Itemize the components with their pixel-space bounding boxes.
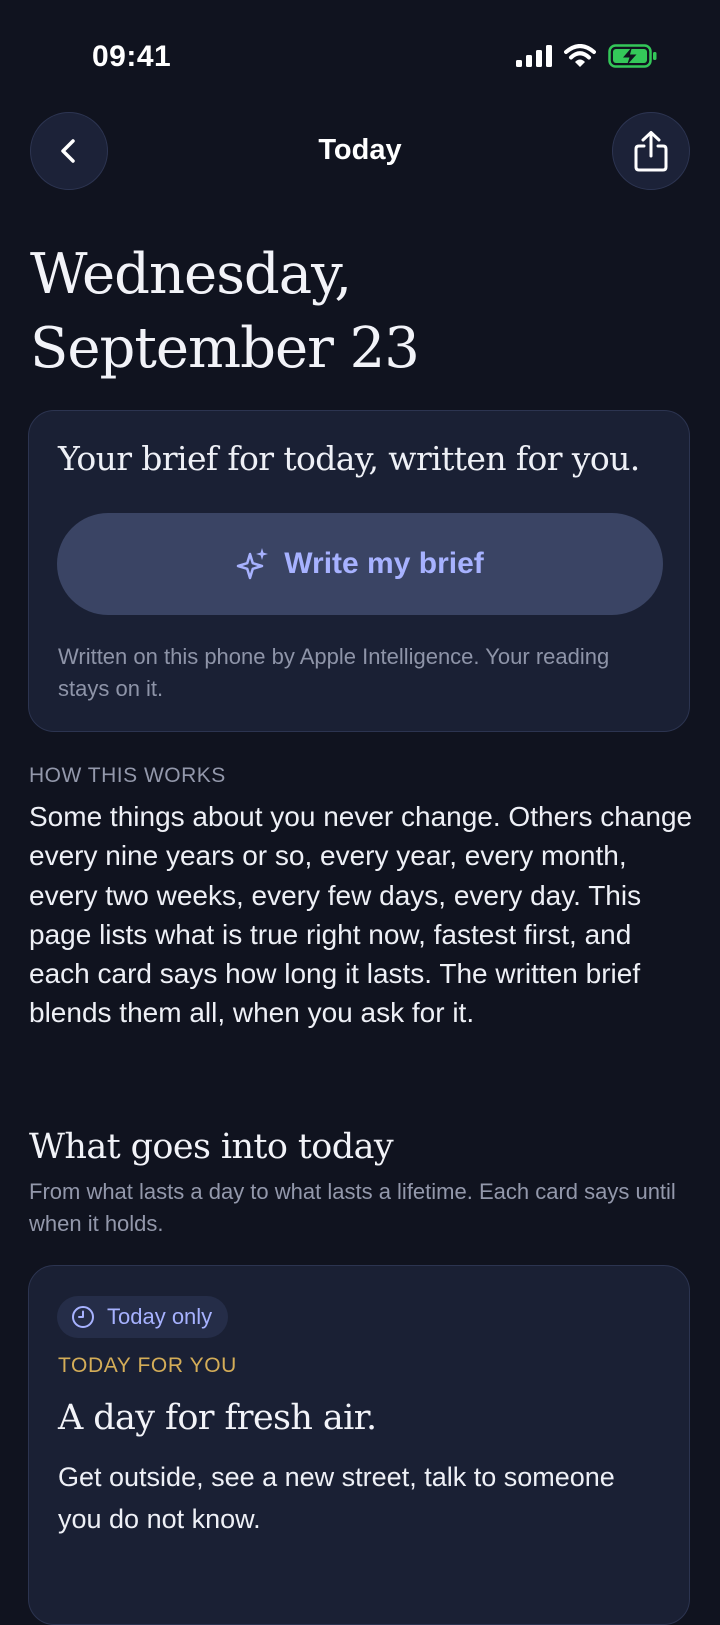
section-title: What goes into today: [29, 1127, 394, 1167]
brief-privacy-note: Written on this phone by Apple Intellige…: [58, 644, 610, 701]
signal-icon: [516, 45, 552, 67]
date-weekday: Wednesday,: [30, 242, 352, 307]
card-eyebrow: TODAY FOR YOU: [58, 1354, 237, 1377]
duration-badge: Today only: [57, 1296, 229, 1338]
page-title: Wednesday, September 23: [30, 238, 670, 386]
write-brief-button[interactable]: Write my brief: [57, 513, 663, 615]
share-button[interactable]: [612, 112, 690, 190]
how-body: Some things about you never change. Othe…: [29, 801, 693, 1029]
share-icon: [634, 131, 668, 172]
status-bar: 09:41: [0, 0, 720, 110]
today-card[interactable]: Today only TODAY FOR YOU A day for fresh…: [28, 1265, 690, 1625]
section-subtitle: From what lasts a day to what lasts a li…: [29, 1179, 676, 1236]
clock-icon: [72, 1306, 94, 1328]
how-eyebrow: HOW THIS WORKS: [29, 764, 226, 787]
write-brief-label: Write my brief: [284, 547, 484, 580]
card-body: Get outside, see a new street, talk to s…: [58, 1462, 615, 1534]
card-heading: A day for fresh air.: [58, 1398, 377, 1438]
sparkles-icon: [237, 548, 269, 580]
status-time: 09:41: [92, 40, 172, 73]
wifi-icon: [564, 44, 596, 67]
status-icons: [516, 44, 658, 68]
date-month-day: September 23: [30, 316, 420, 381]
brief-heading: Your brief for today, written for you.: [58, 439, 640, 478]
brief-card: Your brief for today, written for you. W…: [28, 410, 690, 732]
battery-charging-icon: [608, 44, 657, 68]
duration-label: Today only: [107, 1304, 213, 1329]
